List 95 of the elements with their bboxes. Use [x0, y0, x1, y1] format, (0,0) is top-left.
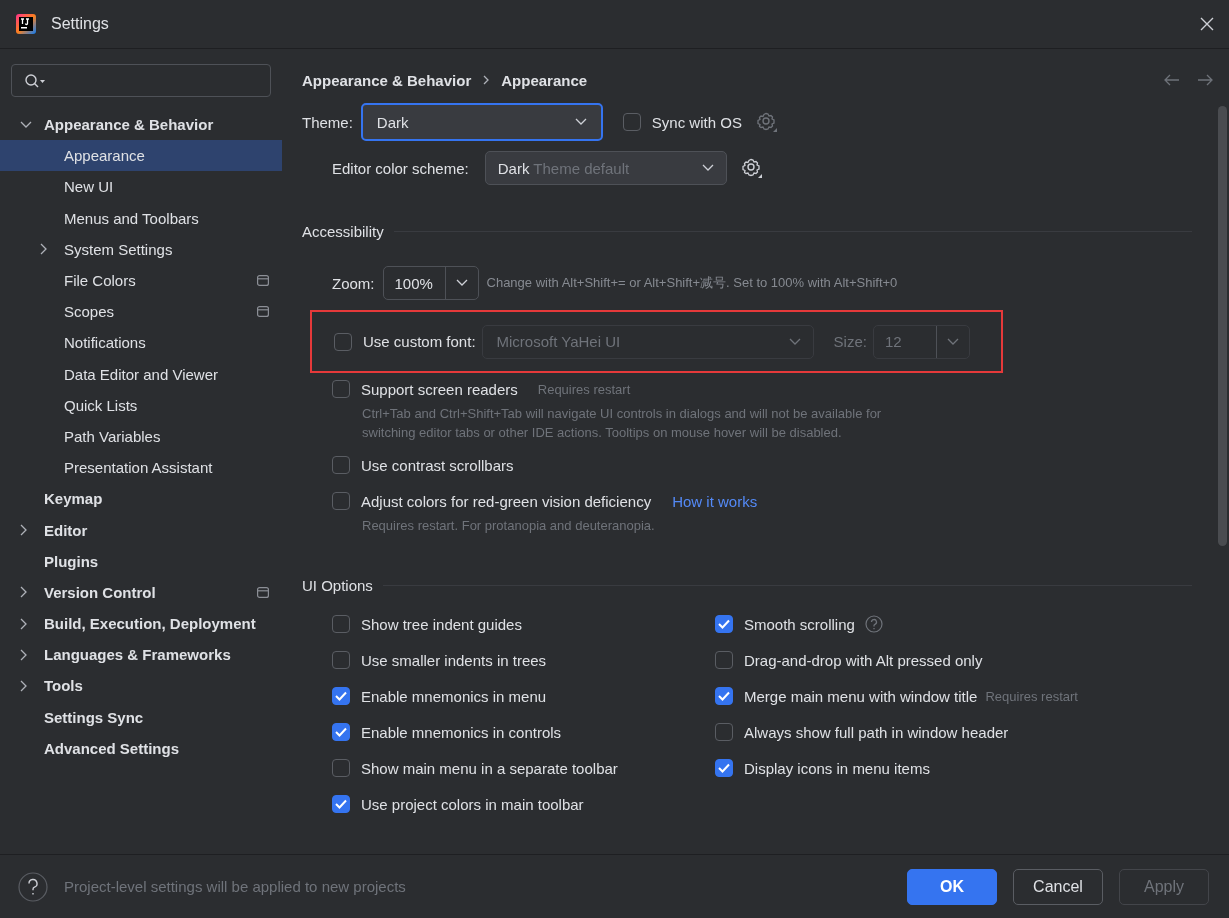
size-label: Size: [833, 333, 867, 350]
settings-icon[interactable] [740, 157, 763, 179]
checkbox-label[interactable]: Use project colors in main toolbar [361, 795, 584, 813]
chevron-down-icon [701, 164, 714, 172]
chevron-down-icon [574, 118, 587, 126]
color-scheme-dropdown[interactable]: Dark Theme default [484, 151, 727, 185]
breadcrumb-item[interactable]: Appearance & Behavior [302, 71, 472, 89]
tree-item[interactable]: Menus and Toolbars [0, 202, 282, 234]
chevron-down-icon[interactable] [20, 120, 32, 129]
help-icon[interactable] [864, 615, 883, 633]
tree-item[interactable]: Editor [0, 514, 282, 546]
app-logo-icon [16, 14, 36, 34]
tree-item[interactable]: Tools [0, 670, 282, 702]
chevron-down-icon [946, 337, 959, 346]
checkbox[interactable] [622, 113, 641, 131]
checkbox[interactable] [715, 723, 733, 741]
tree-item[interactable]: Plugins [0, 545, 282, 577]
checkbox[interactable] [715, 615, 733, 633]
checkbox-label[interactable]: Merge main menu with window title [744, 687, 978, 705]
checkbox-label[interactable]: Display icons in menu items [744, 759, 930, 777]
close-icon[interactable] [1200, 17, 1214, 31]
search-icon [24, 72, 46, 89]
chevron-right-icon[interactable] [20, 617, 28, 630]
tree-item[interactable]: Path Variables [0, 420, 282, 453]
checkbox-label[interactable]: Adjust colors for red-green vision deficiency [361, 492, 652, 510]
checkbox-label[interactable]: Use contrast scrollbars [361, 456, 514, 474]
checkbox[interactable] [332, 615, 350, 633]
tree-item[interactable]: Keymap [0, 483, 282, 515]
checkbox-label[interactable]: Use smaller indents in trees [361, 651, 547, 669]
section-title: UI Options [302, 577, 373, 594]
chevron-right-icon[interactable] [20, 648, 28, 661]
breadcrumb-item[interactable]: Appearance [501, 71, 588, 89]
color-scheme-label: Editor color scheme: [332, 159, 469, 177]
chevron-right-icon[interactable] [20, 679, 28, 692]
checkbox-label[interactable]: Enable mnemonics in controls [361, 723, 562, 741]
option-description: Requires restart. For protanopia and deuteranopia. [362, 517, 656, 535]
forward-arrow-icon[interactable] [1197, 74, 1213, 86]
theme-dropdown[interactable]: Dark [360, 103, 603, 141]
tree-item[interactable]: System Settings [0, 233, 282, 265]
tree-item[interactable]: Presentation Assistant [0, 452, 282, 484]
checkbox[interactable] [332, 759, 350, 777]
checkbox-label[interactable]: Enable mnemonics in menu [361, 687, 547, 705]
scrollbar[interactable] [1218, 106, 1227, 546]
checkbox-label[interactable]: Sync with OS [651, 113, 742, 131]
tree-item[interactable]: Scopes [0, 296, 282, 328]
tree-item[interactable]: Appearance & Behavior [0, 109, 282, 141]
tree-item[interactable]: Appearance [0, 140, 282, 172]
tree-item[interactable]: New UI [0, 171, 282, 203]
restart-note: Requires restart [537, 381, 631, 397]
checkbox-label[interactable]: Drag-and-drop with Alt pressed only [744, 651, 983, 669]
chevron-right-icon[interactable] [20, 524, 28, 537]
dialog-button[interactable]: OK [907, 868, 997, 905]
window-title: Settings [51, 15, 109, 33]
tree-item[interactable]: Advanced Settings [0, 732, 282, 764]
checkbox-label[interactable]: Smooth scrolling [744, 615, 855, 633]
checkbox[interactable] [715, 651, 733, 669]
checkbox-label[interactable]: Always show full path in window header [744, 723, 1009, 741]
chevron-down-icon [455, 279, 468, 287]
checkbox[interactable] [332, 456, 350, 474]
back-arrow-icon[interactable] [1164, 74, 1180, 86]
zoom-dropdown[interactable]: 100% [382, 266, 479, 300]
tree-item[interactable]: Settings Sync [0, 701, 282, 733]
checkbox[interactable] [715, 687, 733, 705]
tree-item[interactable]: Build, Execution, Deployment [0, 608, 282, 640]
chevron-right-icon [483, 75, 490, 85]
checkbox[interactable] [332, 795, 350, 813]
footer-note: Project-level settings will be applied to new projects [64, 878, 406, 895]
option-description: Ctrl+Tab and Ctrl+Shift+Tab will navigate UI controls in dialogs and will not be available for switching editor tabs or other IDE actions. Tooltips on mouse hover will be disabled. [362, 405, 883, 442]
tree-item[interactable]: Data Editor and Viewer [0, 358, 282, 390]
chevron-right-icon[interactable] [40, 243, 48, 256]
checkbox[interactable] [332, 687, 350, 705]
zoom-hint: Change with Alt+Shift+= or Alt+Shift+减号. Set to 100% with Alt+Shift+0 [486, 274, 898, 292]
zoom-label: Zoom: [332, 274, 375, 292]
tree-item[interactable]: Version Control [0, 576, 282, 608]
chevron-down-icon [788, 337, 801, 346]
tree-item[interactable]: File Colors [0, 264, 282, 297]
checkbox-label[interactable]: Show tree indent guides [361, 615, 522, 633]
checkbox-label[interactable]: Support screen readers [361, 380, 518, 398]
help-icon[interactable] [18, 871, 48, 902]
search-field[interactable] [11, 64, 271, 97]
checkbox[interactable] [332, 380, 350, 398]
checkbox[interactable] [332, 651, 350, 669]
checkbox[interactable] [332, 492, 350, 510]
tree-item[interactable]: Notifications [0, 327, 282, 359]
theme-label: Theme: [302, 113, 353, 131]
checkbox-label[interactable]: Show main menu in a separate toolbar [361, 759, 618, 777]
tree-item[interactable]: Quick Lists [0, 389, 282, 421]
checkbox[interactable] [332, 723, 350, 741]
tree-item[interactable]: Languages & Frameworks [0, 639, 282, 671]
section-title: Accessibility [302, 223, 384, 240]
chevron-right-icon[interactable] [20, 586, 28, 599]
how-it-works-link[interactable]: How it works [672, 492, 758, 510]
dialog-button[interactable]: Cancel [1013, 868, 1103, 905]
checkbox[interactable] [715, 759, 733, 777]
restart-note: Requires restart [985, 688, 1078, 704]
